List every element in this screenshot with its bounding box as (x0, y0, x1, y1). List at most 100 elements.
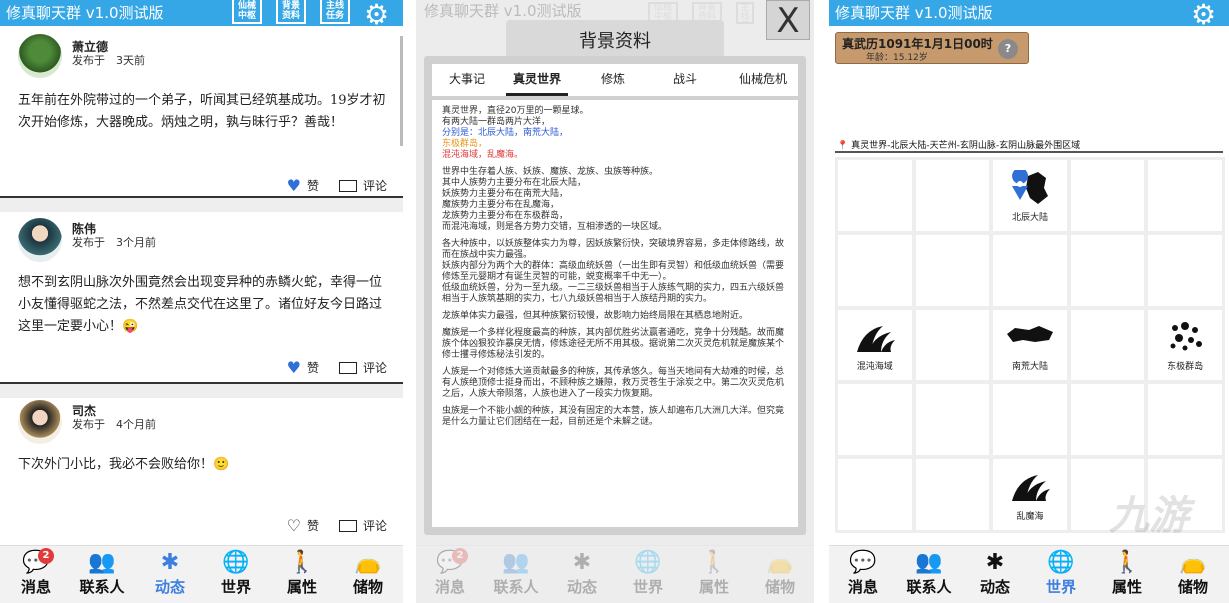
doc-paragraph: 虫族是一个不能小觑的种族，其没有固定的大本营，族人却遍布几大洲几大洋。但究竟是什… (442, 406, 785, 427)
person-icon: 🚶 (1113, 550, 1141, 575)
post-time: 发布于 4个月前 (72, 418, 156, 431)
nav-label: 联系人 (493, 578, 539, 596)
map-cell-north-continent[interactable]: 北辰大陆 (993, 160, 1067, 231)
map-cell[interactable] (838, 384, 912, 456)
nav-attributes[interactable]: 🚶 属性 (272, 550, 332, 597)
background-text: 真灵世界，直径20万里的一颗星球。 有两大陆一群岛两片大洋， 分别是：北辰大陆，… (432, 100, 798, 527)
nav-label: 属性 (286, 578, 317, 596)
people-icon: 👥 (502, 550, 530, 575)
doc-line: 其中人族势力主要分布在北辰大陆， (442, 178, 587, 188)
nav-contacts[interactable]: 👥 联系人 (72, 550, 132, 597)
map-cell[interactable] (1148, 234, 1222, 306)
nav-label: 世界 (632, 578, 663, 596)
like-button[interactable]: 赞 (307, 359, 319, 376)
heart-icon[interactable]: ♥ (287, 358, 301, 377)
like-button[interactable]: 赞 (307, 177, 319, 194)
nav-messages: 💬 2 消息 (420, 548, 480, 597)
nav-label: 属性 (698, 578, 729, 596)
nav-label: 储物 (1177, 578, 1208, 596)
tab-events[interactable]: 大事记 (436, 64, 498, 96)
nav-label: 属性 (1111, 578, 1142, 596)
tab-cultivation[interactable]: 修炼 (582, 64, 644, 96)
nav-messages[interactable]: 💬 2 消息 (6, 548, 66, 597)
like-button[interactable]: 赞 (307, 517, 319, 534)
avatar[interactable] (18, 34, 62, 78)
map-cell-south-continent[interactable]: 南荒大陆 (993, 309, 1067, 381)
map-cell[interactable] (915, 234, 990, 306)
avatar[interactable] (18, 400, 62, 444)
comment-button[interactable]: 评论 (363, 177, 387, 194)
comment-icon[interactable] (338, 519, 357, 532)
heart-icon[interactable]: ♥ (287, 176, 301, 195)
nav-storage[interactable]: 👝 储物 (338, 550, 398, 597)
map-cell-demon-sea[interactable]: 乱魔海 (993, 459, 1067, 530)
nav-world[interactable]: 🌐 世界 (1031, 550, 1091, 597)
nav-feed[interactable]: ✱ 动态 (965, 550, 1025, 597)
nav-contacts: 👥 联系人 (486, 550, 546, 597)
main-quest-button[interactable]: 主线任务 (320, 0, 350, 24)
nav-feed[interactable]: ✱ 动态 (140, 550, 200, 597)
nav-world[interactable]: 🌐 世界 (206, 550, 266, 597)
map-cell[interactable] (993, 384, 1067, 456)
top-bar: 修真聊天群 v1.0测试版 仙械中枢 背景资料 主线任务 ⚙ (0, 0, 403, 31)
comment-icon[interactable] (338, 179, 357, 192)
nav-attributes[interactable]: 🚶 属性 (1097, 550, 1157, 597)
map-cell[interactable] (838, 160, 912, 231)
map-cell-chaos-sea[interactable]: 混沌海域 (838, 309, 912, 381)
divider (835, 151, 1223, 153)
app-title-dimmed: 修真聊天群 v1.0测试版 (424, 2, 582, 20)
nav-label: 储物 (352, 578, 383, 596)
map-cell[interactable] (915, 160, 990, 231)
map-cell[interactable] (1070, 160, 1145, 231)
heart-outline-icon[interactable]: ♡ (287, 516, 301, 535)
nav-label: 联系人 (906, 578, 952, 596)
map-cell[interactable] (1148, 384, 1222, 456)
tab-crisis[interactable]: 仙械危机 (728, 64, 798, 96)
map-cell[interactable] (915, 309, 990, 381)
nav-storage[interactable]: 👝 储物 (1163, 550, 1223, 597)
avatar[interactable] (18, 218, 62, 262)
map-label: 东极群岛 (1167, 362, 1204, 373)
chat-bubble-icon: 💬 (436, 550, 464, 575)
islands-icon (1170, 321, 1203, 351)
post-text: 想不到玄阴山脉次外围竟然会出现变异种的赤鳞火蛇，幸得一位小友懂得驱蛇之法，不然差… (18, 275, 383, 334)
doc-paragraph: 龙族单体实力最强，但其种族繁衍较慢，故影响力始终局限在其栖息地附近。 (442, 311, 749, 321)
map-cell[interactable] (838, 234, 912, 306)
feed-post: 司杰 发布于 4个月前 下次外门小比，我必不会败给你！🙂 ♡ 赞 评论 (0, 398, 403, 538)
bag-icon: 👝 (766, 550, 794, 575)
person-icon: 🚶 (288, 550, 316, 575)
tab-world[interactable]: 真灵世界 (506, 64, 568, 96)
map-cell-east-islands[interactable]: 东极群岛 (1148, 309, 1222, 381)
help-button[interactable]: ? (998, 39, 1018, 59)
bag-icon: 👝 (354, 550, 382, 575)
comment-button[interactable]: 评论 (363, 359, 387, 376)
background-info-button[interactable]: 背景资料 (276, 0, 306, 24)
map-cell[interactable] (1148, 160, 1222, 231)
gear-icon[interactable]: ⚙ (1191, 0, 1216, 31)
doc-line: 混沌海域，乱魔海。 (442, 150, 524, 160)
map-cell[interactable] (1070, 384, 1145, 456)
map-cell[interactable] (1070, 309, 1145, 381)
post-text: 五年前在外院带过的一个弟子，听闻其已经筑基成功。19岁才初次开始修炼，大器晚成。… (18, 93, 386, 130)
bottom-nav: 💬 2 消息 👥 联系人 ✱ 动态 🌐 世界 🚶 属性 👝 储物 (0, 545, 403, 603)
wave-icon (1011, 475, 1050, 502)
main-quest-button: 主线任务 (736, 2, 754, 24)
map-cell[interactable] (915, 459, 990, 530)
map-cell[interactable] (1070, 234, 1145, 306)
comment-button[interactable]: 评论 (363, 517, 387, 534)
tab-combat[interactable]: 战斗 (654, 64, 716, 96)
wave-icon (856, 325, 895, 352)
close-button[interactable]: X (766, 0, 810, 41)
nav-contacts[interactable]: 👥 联系人 (899, 550, 959, 597)
map-cell[interactable] (838, 459, 912, 530)
map-cell[interactable] (993, 234, 1067, 306)
comment-icon[interactable] (338, 361, 357, 374)
device-hub-button[interactable]: 仙械中枢 (232, 0, 262, 24)
doc-line: 妖族内部分为两个大的群体：高级血统妖兽（一出生即有灵智）和低级血统妖兽（需要修炼… (442, 261, 785, 282)
map-cell[interactable] (915, 384, 990, 456)
location-breadcrumb: 📍 真灵世界-北辰大陆-天芒州-玄阴山脉-玄阴山脉最外围区域 (837, 138, 1080, 151)
map-label: 南荒大陆 (1011, 362, 1048, 373)
globe-icon: 🌐 (222, 550, 250, 575)
nav-messages[interactable]: 💬 消息 (833, 550, 893, 597)
unread-badge: 2 (38, 548, 54, 564)
